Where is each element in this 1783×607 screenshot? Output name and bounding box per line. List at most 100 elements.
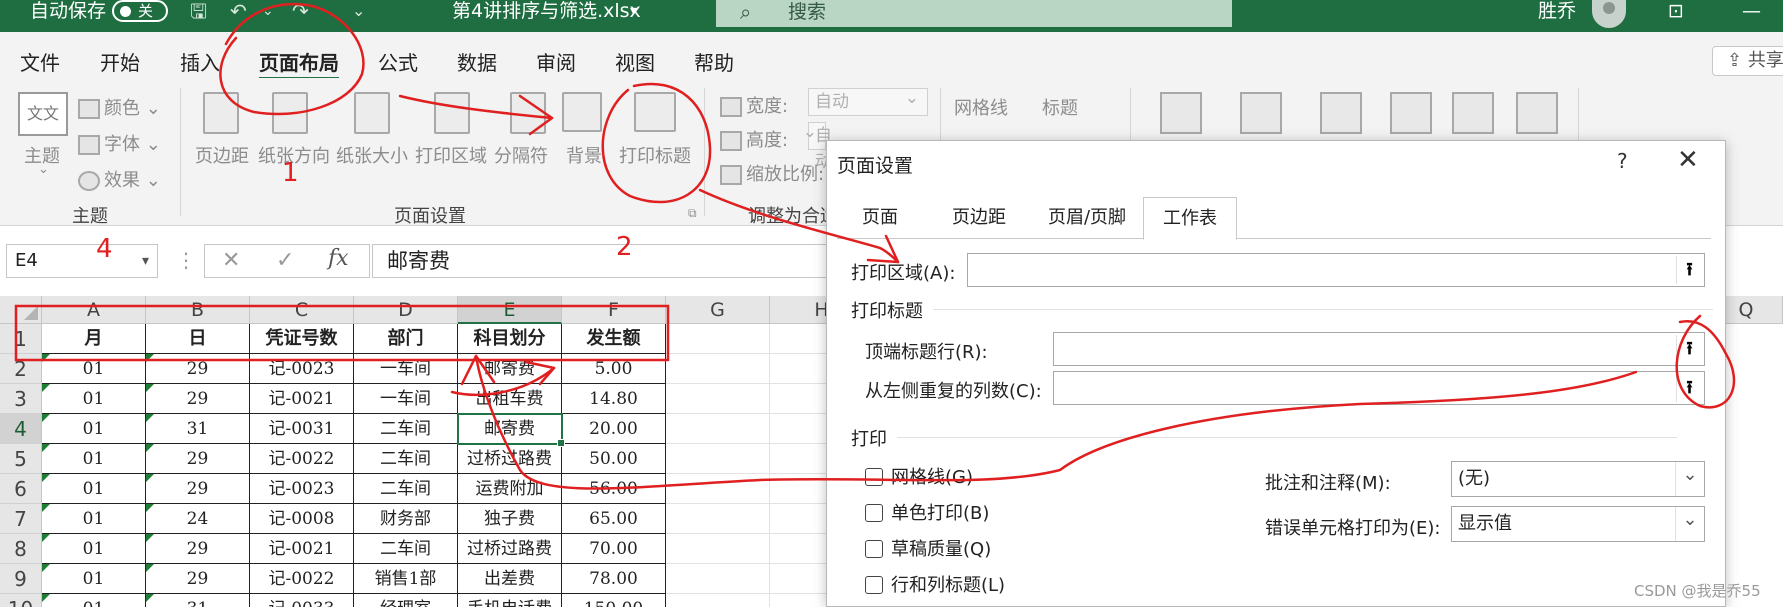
redo-icon[interactable]: ↷ (292, 0, 309, 24)
tab-file[interactable]: 文件 (20, 47, 60, 76)
header-cell[interactable] (666, 324, 770, 354)
height-combo[interactable]: 自动 (803, 119, 832, 172)
collapse-dialog-icon[interactable]: ⭱ (1676, 374, 1702, 402)
table-cell[interactable] (666, 444, 770, 474)
table-cell[interactable]: 记-0031 (250, 414, 354, 444)
comments-select[interactable]: (无) (1451, 461, 1705, 497)
checkbox-box[interactable] (865, 576, 883, 594)
header-cell[interactable]: 发生额 (562, 324, 666, 354)
send-backward-icon[interactable] (1240, 92, 1282, 134)
table-cell[interactable]: 邮寄费 (458, 354, 562, 384)
formula-input[interactable]: 邮寄费 (372, 244, 852, 278)
table-cell[interactable] (666, 354, 770, 384)
table-cell[interactable]: 运费附加 (458, 474, 562, 504)
table-cell[interactable] (666, 564, 770, 594)
tab-home[interactable]: 开始 (100, 47, 140, 76)
column-header[interactable]: B (146, 296, 250, 324)
table-cell[interactable]: 01 (42, 474, 146, 504)
row-header[interactable]: 10 (0, 594, 42, 607)
formula-bar-grip-icon[interactable]: ⋮ (176, 248, 196, 272)
orientation-icon[interactable] (272, 92, 308, 134)
autosave-toggle[interactable]: 关 (112, 0, 168, 22)
table-cell[interactable]: 过桥过路费 (458, 444, 562, 474)
dialog-tab-header-footer[interactable]: 页眉/页脚 (1033, 197, 1141, 239)
table-cell[interactable] (666, 414, 770, 444)
table-cell[interactable]: 财务部 (354, 504, 458, 534)
row-header[interactable]: 5 (0, 444, 42, 474)
print-area-icon[interactable] (434, 92, 470, 134)
share-button[interactable]: ⇪ 共享 (1712, 46, 1783, 76)
user-name[interactable]: 胜乔 (1538, 0, 1576, 22)
rotate-icon[interactable] (1516, 92, 1558, 134)
table-cell[interactable]: 记-0022 (250, 444, 354, 474)
table-cell[interactable]: 150.00 (562, 594, 666, 607)
select-all-corner[interactable] (0, 296, 42, 324)
help-icon[interactable]: ? (1617, 149, 1628, 173)
gridlines-checkbox[interactable]: 网格线(G) (865, 463, 973, 489)
table-cell[interactable] (666, 504, 770, 534)
cell-errors-select[interactable]: 显示值 (1451, 506, 1705, 542)
row-col-headings-checkbox[interactable]: 行和列标题(L) (865, 571, 1005, 597)
avatar[interactable] (1592, 0, 1626, 28)
header-cell[interactable]: 日 (146, 324, 250, 354)
table-cell[interactable]: 65.00 (562, 504, 666, 534)
file-name[interactable]: 第4讲排序与筛选.xlsx (452, 0, 641, 22)
table-cell[interactable]: 14.80 (562, 384, 666, 414)
table-cell[interactable]: 记-0022 (250, 564, 354, 594)
row-header[interactable]: 4 (0, 414, 42, 444)
table-cell[interactable]: 50.00 (562, 444, 666, 474)
ribbon-display-icon[interactable]: ⊡ (1668, 0, 1684, 22)
column-header[interactable]: D (354, 296, 458, 324)
theme-icon[interactable]: 文文 (18, 92, 68, 136)
table-cell[interactable]: 78.00 (562, 564, 666, 594)
width-combo[interactable]: 自动 (808, 85, 928, 116)
table-cell[interactable]: 销售1部 (354, 564, 458, 594)
header-cell[interactable]: 月 (42, 324, 146, 354)
row-header[interactable]: 9 (0, 564, 42, 594)
table-cell[interactable]: 一车间 (354, 384, 458, 414)
undo-icon[interactable]: ↶ (230, 0, 247, 24)
size-button-label[interactable]: 纸张大小 (336, 142, 408, 168)
table-cell[interactable]: 一车间 (354, 354, 458, 384)
table-cell[interactable]: 邮寄费 (458, 414, 562, 444)
table-cell[interactable]: 出租车费 (458, 384, 562, 414)
table-cell[interactable]: 31 (146, 594, 250, 607)
header-cell[interactable]: 凭证号数 (250, 324, 354, 354)
row-header[interactable]: 7 (0, 504, 42, 534)
table-cell[interactable]: 01 (42, 444, 146, 474)
draft-quality-checkbox[interactable]: 草稿质量(Q) (865, 535, 991, 561)
table-cell[interactable]: 记-0023 (250, 354, 354, 384)
table-cell[interactable] (666, 474, 770, 504)
table-cell[interactable]: 29 (146, 534, 250, 564)
minimize-icon[interactable]: — (1742, 0, 1761, 22)
column-header[interactable]: G (666, 296, 770, 324)
column-header[interactable]: A (42, 296, 146, 324)
table-cell[interactable]: 5.00 (562, 354, 666, 384)
column-header[interactable]: E (458, 296, 562, 324)
theme-dropdown-icon[interactable]: ⌄ (38, 162, 49, 177)
bring-forward-icon[interactable] (1160, 92, 1202, 134)
dialog-tab-margins[interactable]: 页边距 (929, 197, 1029, 239)
table-cell[interactable] (666, 594, 770, 607)
table-cell[interactable]: 29 (146, 354, 250, 384)
search-box[interactable]: ⌕ 搜索 (716, 0, 1232, 27)
dialog-tab-page[interactable]: 页面 (837, 197, 923, 239)
selection-pane-icon[interactable] (1320, 92, 1362, 134)
close-icon[interactable]: ✕ (1677, 145, 1699, 175)
table-cell[interactable]: 01 (42, 414, 146, 444)
column-header[interactable]: F (562, 296, 666, 324)
table-cell[interactable] (666, 384, 770, 414)
background-icon[interactable] (562, 92, 602, 132)
effects-button[interactable]: 效果 ⌄ (78, 166, 161, 192)
column-header[interactable]: C (250, 296, 354, 324)
row-header[interactable]: 3 (0, 384, 42, 414)
collapse-dialog-icon[interactable]: ⭱ (1676, 256, 1702, 284)
table-cell[interactable]: 70.00 (562, 534, 666, 564)
dialog-tab-sheet[interactable]: 工作表 (1143, 197, 1237, 240)
table-cell[interactable]: 记-0021 (250, 534, 354, 564)
table-cell[interactable]: 01 (42, 354, 146, 384)
name-box[interactable]: E4 (6, 244, 158, 278)
table-cell[interactable]: 过桥过路费 (458, 534, 562, 564)
table-cell[interactable]: 01 (42, 504, 146, 534)
margins-button-label[interactable]: 页边距 (195, 142, 249, 168)
